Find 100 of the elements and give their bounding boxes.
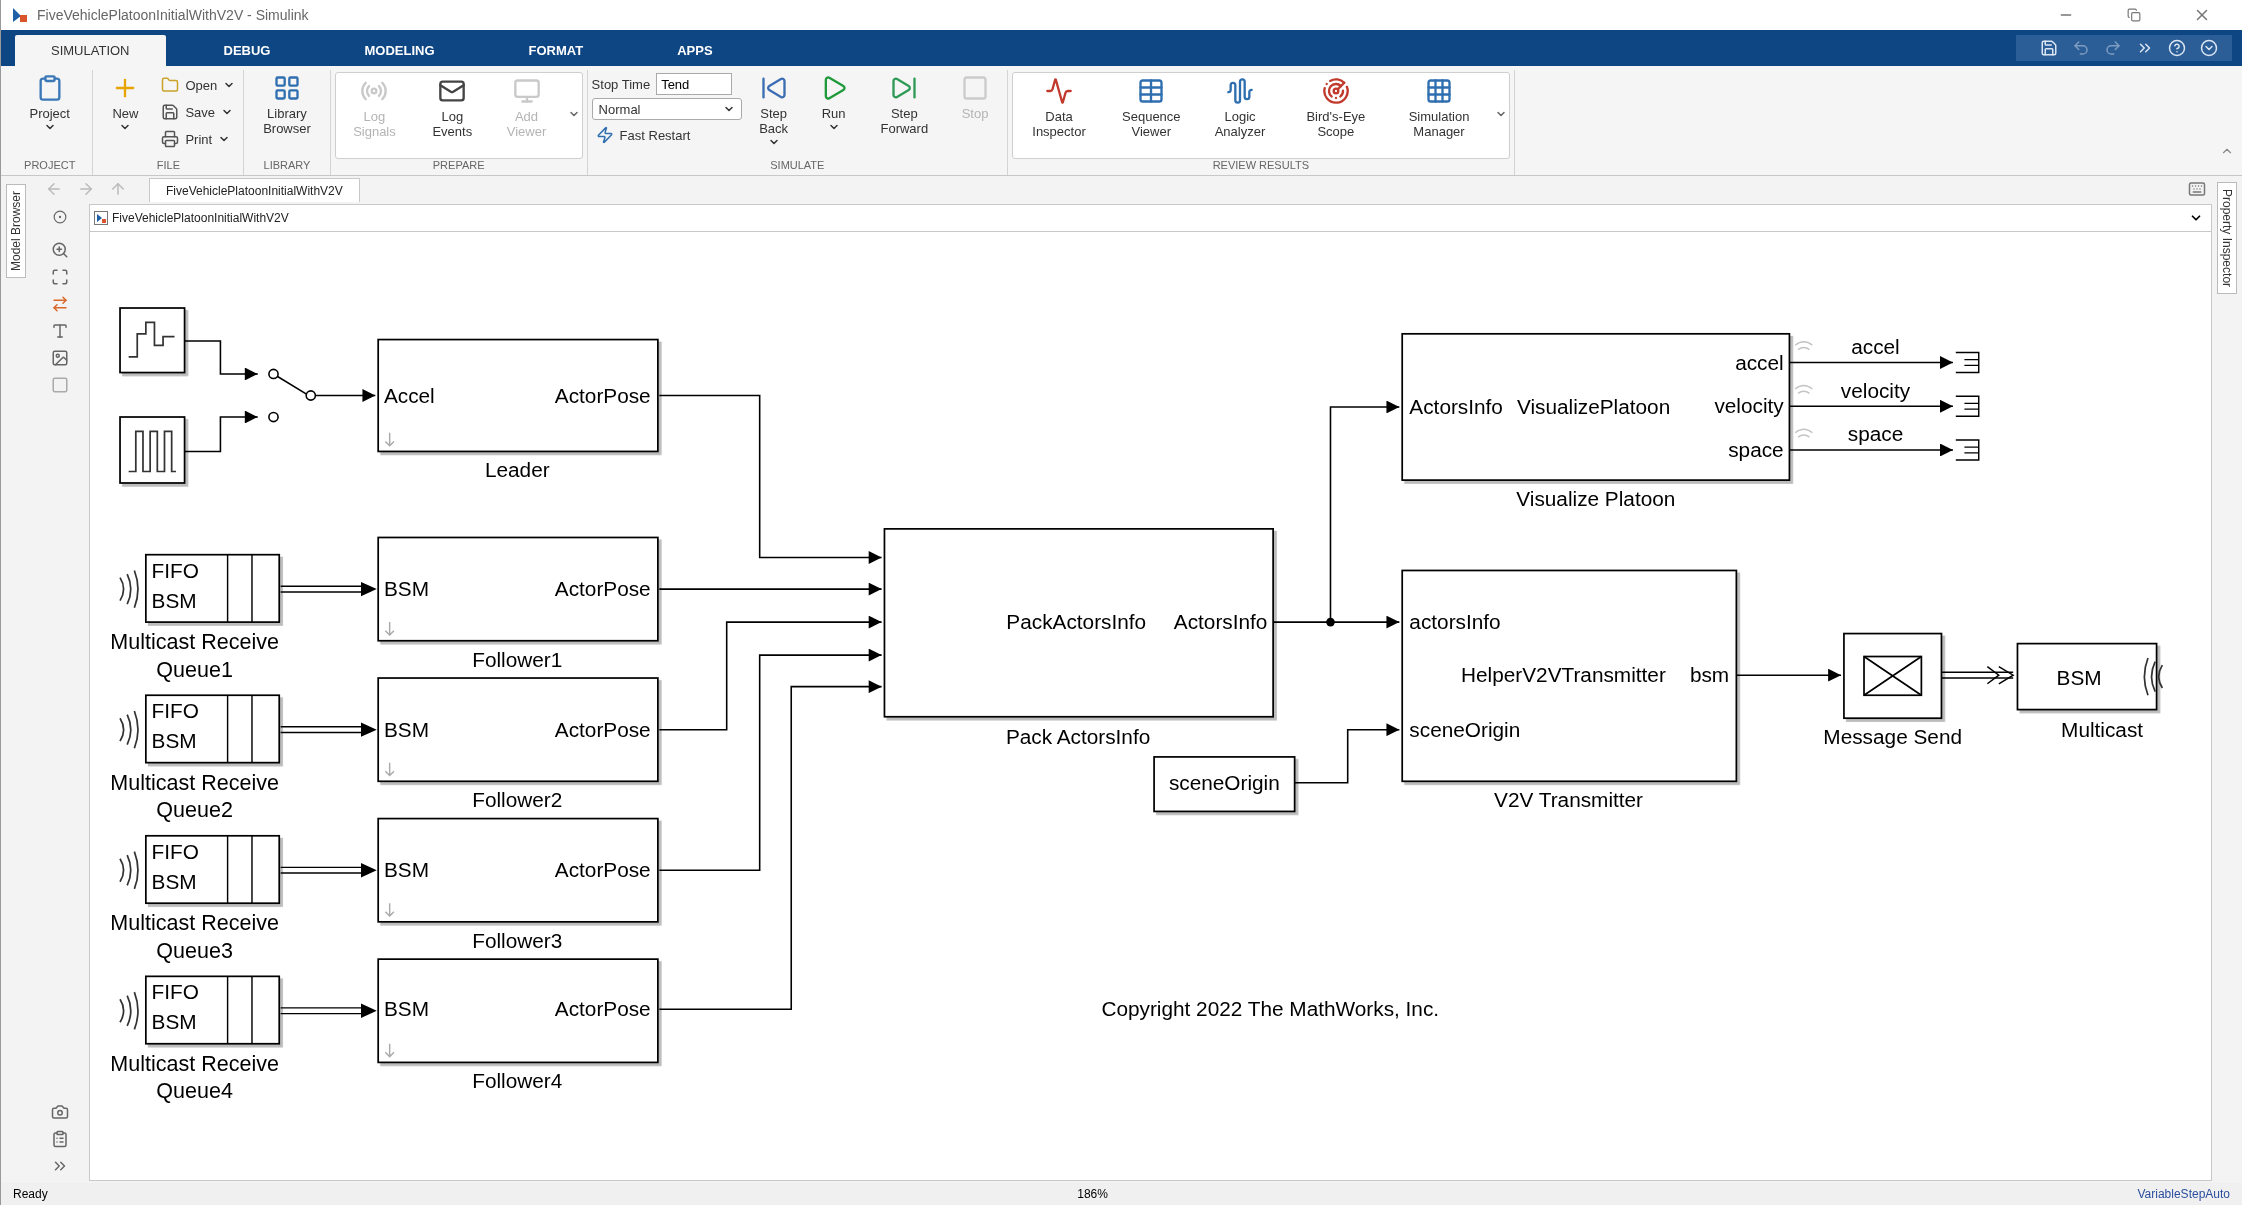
text-icon[interactable] — [51, 322, 69, 340]
grid-icon — [273, 74, 301, 102]
wifi-icon — [1794, 384, 1814, 395]
block-name: Follower3 — [472, 928, 563, 952]
block-text: BSM — [2056, 666, 2102, 690]
port-label: BSM — [383, 577, 429, 601]
ribbon-tab[interactable]: FORMAT — [492, 35, 620, 66]
block-name: Follower4 — [472, 1069, 563, 1093]
port-label: ActorPose — [554, 577, 651, 601]
ribbon-button[interactable]: Print — [157, 127, 240, 151]
signal-label: space — [1847, 422, 1904, 446]
camera-icon[interactable] — [51, 1103, 69, 1121]
solver-text: VariableStepAuto — [2137, 1187, 2230, 1201]
stop-time-field[interactable]: Tend — [656, 73, 733, 95]
block-name: Multicast Receive Queue3 — [109, 909, 280, 964]
printer-icon — [161, 130, 180, 148]
block-name: Multicast — [2061, 717, 2144, 741]
save-icon[interactable] — [2040, 39, 2058, 57]
keyboard-icon[interactable] — [2188, 180, 2206, 198]
redo-icon[interactable] — [2104, 39, 2122, 57]
block-name: Multicast Receive Queue1 — [109, 628, 280, 683]
ribbon-button[interactable]: New — [97, 70, 154, 133]
block-name: Follower2 — [472, 788, 563, 812]
block-name: Leader — [484, 458, 550, 482]
queue-label: BSM — [151, 1010, 197, 1034]
queue-label: FIFO — [151, 558, 199, 582]
mode-dropdown[interactable]: Normal — [591, 98, 742, 120]
arrow-down-icon — [384, 1043, 395, 1058]
grid-icon — [1425, 77, 1453, 105]
port-label: ActorPose — [554, 997, 651, 1021]
group-title: SIMULATE — [769, 159, 826, 173]
port-label: BSM — [383, 997, 429, 1021]
side-tab[interactable]: Property Inspector — [2217, 182, 2237, 295]
model-tab[interactable]: FiveVehiclePlatoonInitialWithV2V — [149, 178, 360, 202]
ribbon-button[interactable]: Run — [805, 70, 862, 133]
port-label: BSM — [383, 717, 429, 741]
block-name: V2V Transmitter — [1494, 788, 1644, 812]
pulse-signal-icon — [127, 430, 177, 473]
radar-icon — [1321, 77, 1350, 105]
group-title: REVIEW RESULTS — [1211, 159, 1310, 173]
port-label: Accel — [383, 383, 435, 407]
collapse-icon[interactable] — [2200, 39, 2218, 57]
block-text: VisualizePlatoon — [1516, 395, 1671, 419]
block-text: sceneOrigin — [1168, 770, 1280, 794]
port-label: ActorsInfo — [1409, 395, 1503, 419]
block-name: Visualize Platoon — [1516, 486, 1676, 510]
zoom-level: 186% — [1077, 1187, 1108, 1201]
terminator-block — [1955, 439, 1980, 461]
terminator-block — [1955, 351, 1980, 374]
group-title: LIBRARY — [262, 159, 312, 173]
restore-icon[interactable] — [2127, 8, 2141, 22]
queue-label: FIFO — [151, 699, 199, 723]
arrows-icon[interactable] — [51, 295, 69, 313]
port-label: ActorPose — [554, 858, 651, 882]
wireless-icon — [2143, 657, 2164, 697]
ribbon-button[interactable]: Data Inspector — [1013, 73, 1105, 139]
port-label: actorsInfo — [1409, 610, 1501, 634]
ribbon-button[interactable]: Step Back — [745, 70, 802, 148]
arrow-down-icon — [384, 621, 395, 637]
group-title: PREPARE — [431, 159, 486, 173]
fit-view-icon[interactable] — [51, 268, 69, 286]
wireless-icon — [119, 850, 139, 890]
ribbon-tab[interactable]: SIMULATION — [15, 35, 166, 66]
lightning-icon — [595, 126, 614, 144]
ribbon-button[interactable]: Open — [157, 73, 240, 97]
ribbon-tab[interactable]: DEBUG — [187, 35, 307, 66]
arrow-down-icon — [384, 902, 395, 918]
arrow-down-icon — [384, 432, 395, 447]
ribbon-button[interactable]: Step Forward — [865, 70, 944, 136]
clipboard-icon[interactable] — [51, 1130, 69, 1148]
ribbon-button[interactable]: Logic Analyzer — [1197, 73, 1283, 139]
ribbon-tab[interactable]: APPS — [641, 35, 749, 66]
block-name: Follower1 — [472, 647, 563, 671]
signal-label: accel — [1851, 334, 1900, 358]
image-icon[interactable] — [51, 349, 69, 367]
queue-label: FIFO — [151, 839, 199, 863]
ribbon-tab[interactable]: MODELING — [328, 35, 471, 66]
block-name: Multicast Receive Queue4 — [109, 1049, 280, 1104]
terminator-block — [1955, 395, 1980, 417]
queue-label: BSM — [151, 588, 197, 612]
table-icon — [1137, 77, 1166, 105]
ribbon-button[interactable]: Sequence Viewer — [1108, 73, 1194, 139]
address-bar[interactable]: FiveVehiclePlatoonInitialWithV2V — [89, 204, 2212, 232]
app-icon — [11, 6, 29, 24]
ribbon-button[interactable]: Log Events — [417, 73, 488, 139]
ribbon-button[interactable]: Save — [157, 100, 240, 124]
queue-label: BSM — [151, 729, 197, 753]
undo-icon[interactable] — [2072, 39, 2090, 57]
wireless-icon — [119, 710, 139, 750]
zoom-in-icon[interactable] — [51, 241, 69, 259]
help-icon[interactable] — [2168, 39, 2186, 57]
toggle-button[interactable]: Fast Restart — [591, 123, 742, 147]
line-chart-icon — [1045, 77, 1073, 105]
ribbon-button[interactable]: Project — [11, 70, 89, 133]
side-tab[interactable]: Model Browser — [6, 184, 26, 279]
ribbon-button[interactable]: Library Browser — [248, 70, 326, 136]
branch-point — [1326, 617, 1335, 627]
group-title: PROJECT — [23, 159, 77, 173]
ribbon-button[interactable]: Simulation Manager — [1389, 73, 1489, 139]
ribbon-button[interactable]: Bird's-Eye Scope — [1286, 73, 1386, 139]
